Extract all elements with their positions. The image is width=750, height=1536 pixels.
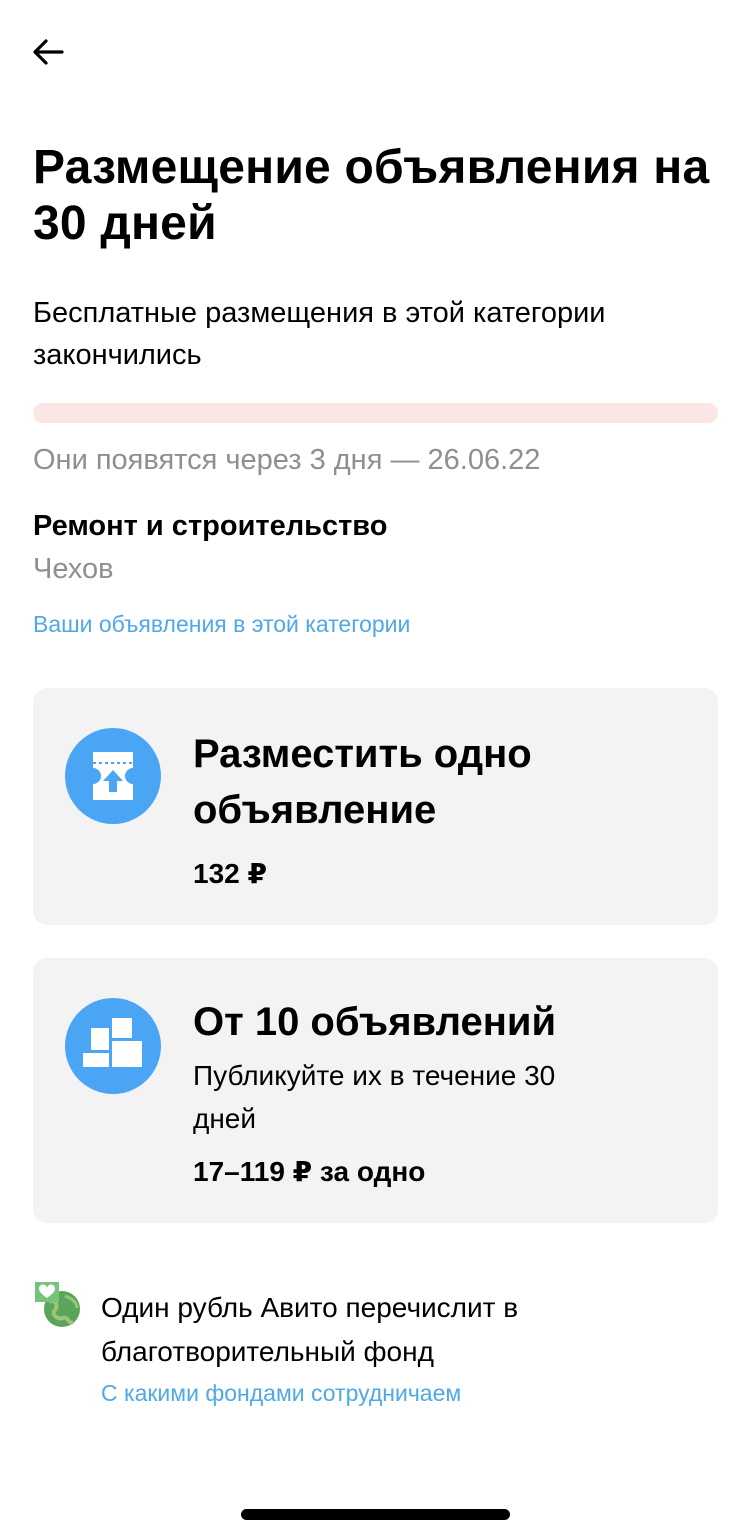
free-placements-progress-bar <box>33 403 718 423</box>
back-button[interactable] <box>26 30 70 74</box>
category-name: Ремонт и строительство <box>33 510 388 542</box>
option-single-ad-price: 132 ₽ <box>193 858 267 889</box>
option-package-ads-description: Публикуйте их в течение 30 дней <box>193 1060 556 1134</box>
option-single-ad[interactable]: Разместить одно объявление 132 ₽ <box>33 688 718 925</box>
arrow-left-icon <box>33 39 64 65</box>
ticket-upload-icon <box>65 728 161 824</box>
option-package-ads-title: От 10 объявлений <box>193 1000 557 1044</box>
free-placements-renewal-text: Они появятся через 3 дня — 26.06.22 <box>33 444 541 476</box>
charity-globe-heart-icon <box>35 1282 80 1327</box>
my-ads-in-category-link[interactable]: Ваши объявления в этой категории <box>33 608 410 640</box>
option-package-ads[interactable]: От 10 объявлений Публикуйте их в течение… <box>33 958 718 1223</box>
option-single-ad-title: Разместить одно объявление <box>193 732 532 832</box>
option-package-ads-price: 17–119 ₽ за одно <box>193 1156 426 1187</box>
free-placements-status: Бесплатные размещения в этой категории з… <box>33 297 606 371</box>
home-indicator[interactable] <box>241 1509 510 1520</box>
package-boxes-icon <box>65 998 161 1094</box>
charity-text: Один рубль Авито перечислит в благотвори… <box>101 1292 519 1367</box>
page-title: Размещение объявления на 30 дней <box>33 141 710 250</box>
charity-funds-link[interactable]: С какими фондами сотрудничаем <box>101 1378 461 1408</box>
category-city: Чехов <box>33 553 114 585</box>
